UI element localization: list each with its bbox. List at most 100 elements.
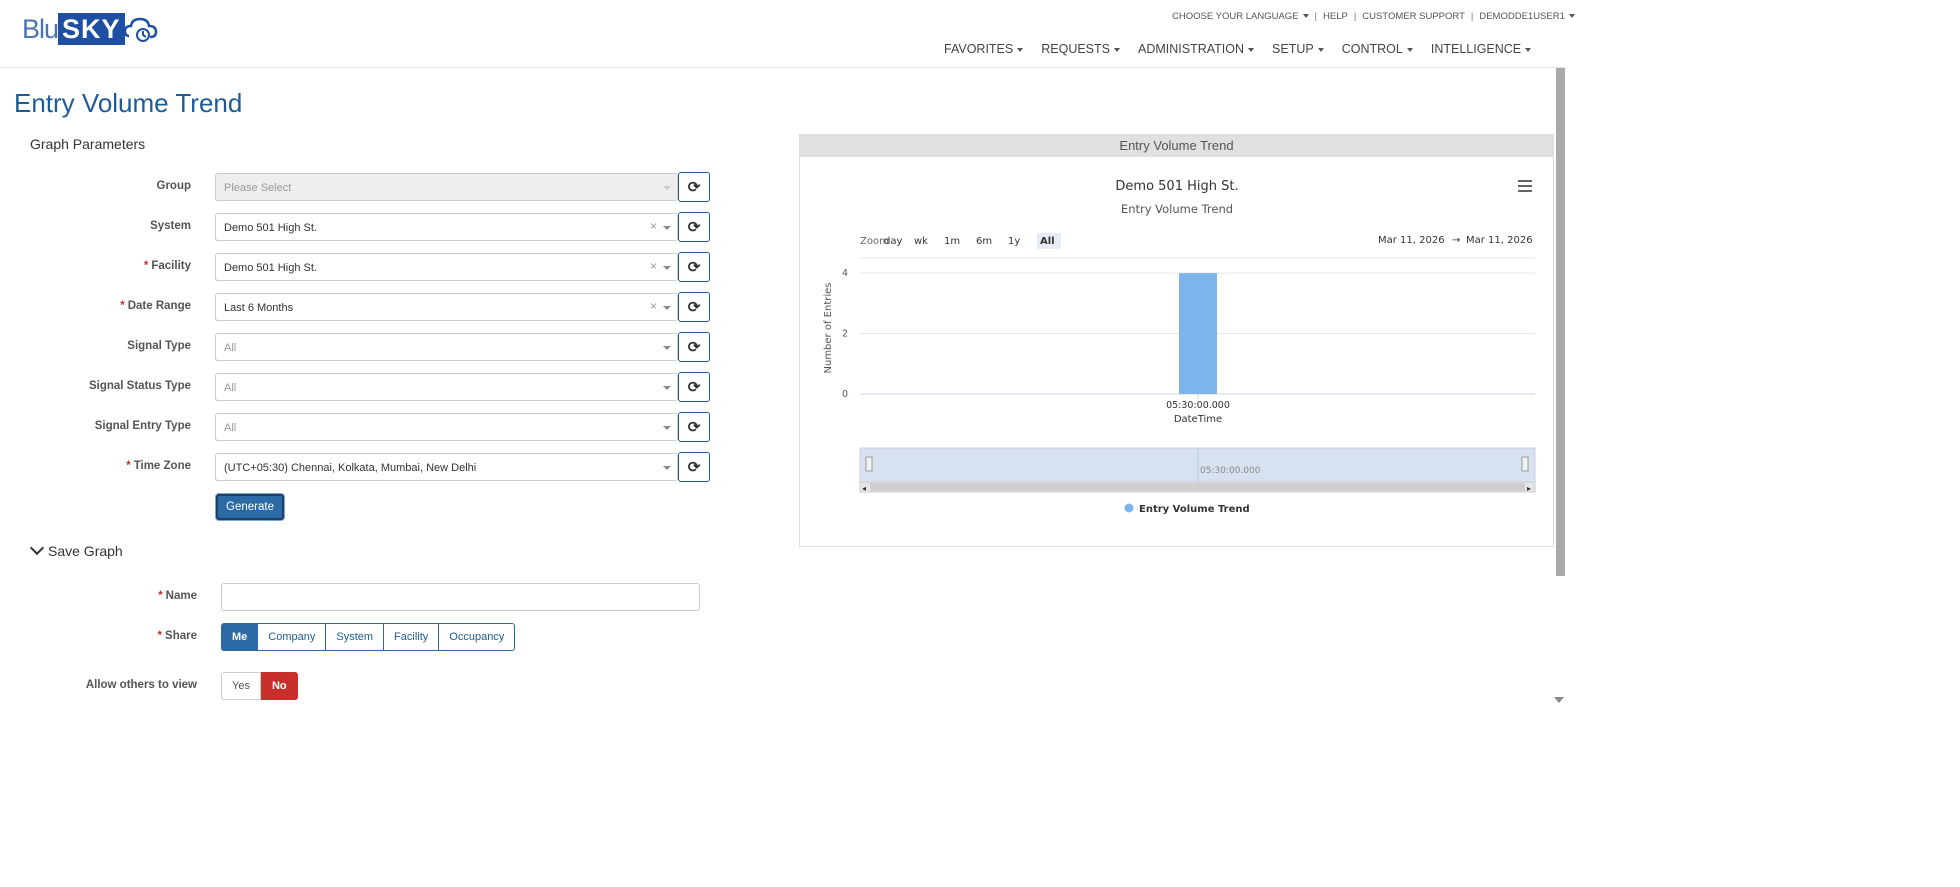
signal-status-type-value: All <box>224 382 237 394</box>
page-scrollbar[interactable] <box>1556 68 1565 576</box>
zoom-day-button[interactable]: day <box>884 236 902 247</box>
zoom-1m-button[interactable]: 1m <box>944 236 960 247</box>
nav-control[interactable]: CONTROL <box>1342 42 1413 56</box>
share-company-button[interactable]: Company <box>257 623 327 651</box>
navigator-handle-right[interactable] <box>1521 456 1529 472</box>
help-link[interactable]: HELP <box>1323 11 1348 22</box>
signal-type-row: Signal Type All ⟳ <box>0 332 720 362</box>
allow-no-button[interactable]: No <box>260 672 298 700</box>
date-range-row: * Date Range Last 6 Months × ⟳ <box>0 292 720 322</box>
scroll-left-arrow-icon[interactable]: ◂ <box>862 484 866 493</box>
time-zone-select[interactable]: (UTC+05:30) Chennai, Kolkata, Mumbai, Ne… <box>215 453 678 481</box>
share-button-group: Me Company System Facility Occupancy <box>221 623 516 651</box>
share-occupancy-button[interactable]: Occupancy <box>438 623 516 651</box>
required-marker: * <box>126 460 131 472</box>
allow-yes-button[interactable]: Yes <box>221 672 261 700</box>
signal-entry-type-value: All <box>224 422 237 434</box>
x-axis-label: DateTime <box>1174 414 1222 425</box>
caret-down-icon <box>1114 47 1120 52</box>
scroll-down-arrow-icon[interactable] <box>1554 697 1564 703</box>
nav-intelligence[interactable]: INTELLIGENCE <box>1431 42 1532 56</box>
date-range-select[interactable]: Last 6 Months × <box>215 293 678 321</box>
navigator-scroll-thumb[interactable] <box>870 483 1525 491</box>
dropdown-arrow-icon[interactable] <box>663 466 671 470</box>
allow-view-toggle: Yes No <box>221 672 298 700</box>
save-graph-toggle[interactable]: Save Graph <box>29 540 123 559</box>
clear-icon[interactable]: × <box>650 299 657 313</box>
y-axis-label: Number of Entries <box>823 283 834 374</box>
nav-requests[interactable]: REQUESTS <box>1041 42 1120 56</box>
system-select[interactable]: Demo 501 High St. × <box>215 213 678 241</box>
share-system-button[interactable]: System <box>325 623 385 651</box>
user-menu[interactable]: DEMODDE1USER1 <box>1479 11 1575 22</box>
range-to[interactable]: Mar 11, 2026 <box>1466 235 1533 246</box>
navigator-handle-left[interactable] <box>865 456 873 472</box>
legend[interactable]: Entry Volume Trend <box>1124 503 1250 516</box>
zoom-6m-button[interactable]: 6m <box>976 236 992 247</box>
zoom-all-button[interactable]: All <box>1040 236 1055 247</box>
signal-type-refresh-button[interactable]: ⟳ <box>678 332 710 362</box>
share-facility-button[interactable]: Facility <box>383 623 440 651</box>
dropdown-arrow-icon[interactable] <box>663 266 671 270</box>
signal-entry-type-select[interactable]: All <box>215 413 678 441</box>
signal-type-select[interactable]: All <box>215 333 678 361</box>
dropdown-arrow-icon[interactable] <box>663 226 671 230</box>
navigator-label: 05:30:00.000 <box>1200 466 1261 476</box>
group-refresh-button[interactable]: ⟳ <box>678 172 710 202</box>
generate-button[interactable]: Generate <box>216 494 284 520</box>
signal-status-type-refresh-button[interactable]: ⟳ <box>678 372 710 402</box>
separator: | <box>1314 11 1317 22</box>
signal-type-value: All <box>224 342 237 354</box>
zoom-wk-button[interactable]: wk <box>914 236 928 247</box>
share-me-button[interactable]: Me <box>221 623 259 651</box>
nav-label: REQUESTS <box>1041 42 1110 56</box>
bluesky-logo[interactable]: Blu SKY <box>22 12 159 46</box>
bar[interactable] <box>1179 273 1217 394</box>
legend-marker <box>1124 503 1134 513</box>
time-zone-label: * Time Zone <box>126 460 191 472</box>
date-range-refresh-button[interactable]: ⟳ <box>678 292 710 322</box>
y-tick-label: 0 <box>842 389 848 400</box>
language-menu[interactable]: CHOOSE YOUR LANGUAGE <box>1172 11 1309 22</box>
allow-view-label: Allow others to view <box>85 679 197 691</box>
dropdown-arrow-icon[interactable] <box>663 306 671 310</box>
facility-refresh-button[interactable]: ⟳ <box>678 252 710 282</box>
signal-status-type-select[interactable]: All <box>215 373 678 401</box>
scroll-right-arrow-icon[interactable]: ▸ <box>1527 484 1531 493</box>
system-refresh-button[interactable]: ⟳ <box>678 212 710 242</box>
time-zone-value: (UTC+05:30) Chennai, Kolkata, Mumbai, Ne… <box>224 462 477 474</box>
dropdown-arrow-icon[interactable] <box>663 426 671 430</box>
graph-name-input[interactable] <box>221 583 700 611</box>
separator: | <box>1470 11 1474 22</box>
signal-entry-type-label: Signal Entry Type <box>94 420 191 432</box>
dropdown-arrow-icon[interactable] <box>663 386 671 390</box>
x-tick-label: 05:30:00.000 <box>1166 400 1230 411</box>
facility-row: * Facility Demo 501 High St. × ⟳ <box>0 252 720 282</box>
plot-area: 0 2 4 05:30:00.000 <box>842 257 1535 411</box>
chart-panel-header: Entry Volume Trend <box>800 135 1553 157</box>
time-zone-row: * Time Zone (UTC+05:30) Chennai, Kolkata, … <box>0 452 720 482</box>
time-zone-refresh-button[interactable]: ⟳ <box>678 452 710 482</box>
nav-administration[interactable]: ADMINISTRATION <box>1138 42 1255 56</box>
dropdown-arrow-icon[interactable] <box>663 346 671 350</box>
y-tick-label: 4 <box>842 268 848 279</box>
signal-entry-type-refresh-button[interactable]: ⟳ <box>678 412 710 442</box>
chart-panel: Entry Volume Trend Demo 501 High St. Ent… <box>799 134 1554 547</box>
logo-text-sky: SKY <box>58 13 125 45</box>
dropdown-arrow-icon[interactable] <box>663 186 671 190</box>
signal-status-type-row: Signal Status Type All ⟳ <box>0 372 720 402</box>
caret-down-icon <box>1317 47 1324 52</box>
facility-select[interactable]: Demo 501 High St. × <box>215 253 678 281</box>
clear-icon[interactable]: × <box>650 219 657 233</box>
header-divider <box>0 67 1566 68</box>
clear-icon[interactable]: × <box>650 259 657 273</box>
y-tick-label: 2 <box>842 329 848 340</box>
range-from[interactable]: Mar 11, 2026 <box>1378 235 1445 246</box>
zoom-1y-button[interactable]: 1y <box>1008 236 1020 247</box>
customer-support-link[interactable]: CUSTOMER SUPPORT <box>1362 11 1465 22</box>
range-arrow: → <box>1452 235 1460 246</box>
nav-label: SETUP <box>1272 42 1314 56</box>
nav-setup[interactable]: SETUP <box>1272 42 1324 56</box>
nav-favorites[interactable]: FAVORITES <box>944 42 1024 56</box>
chart-subtitle: Entry Volume Trend <box>1121 202 1233 216</box>
